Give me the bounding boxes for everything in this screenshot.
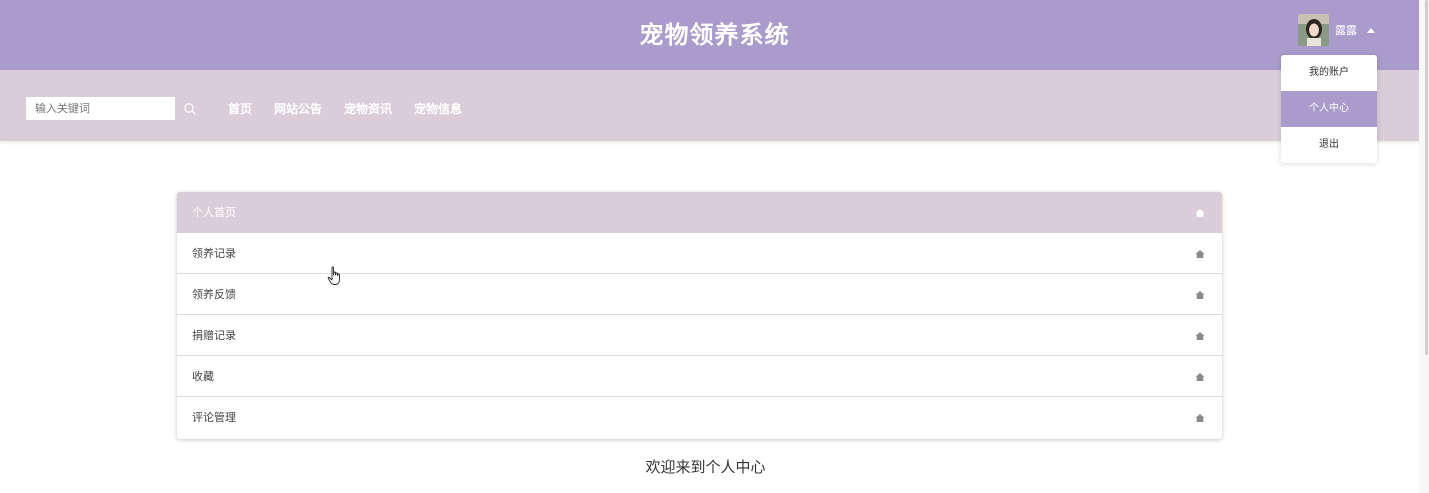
personal-center-menu: 个人首页 领养记录 领养反馈 捐赠记录 收藏 评论管理 bbox=[177, 192, 1222, 439]
search-icon[interactable] bbox=[183, 102, 197, 116]
home-icon bbox=[1195, 373, 1205, 381]
nav-link-home[interactable]: 首页 bbox=[228, 100, 252, 117]
menu-item-label: 收藏 bbox=[192, 370, 214, 383]
home-icon bbox=[1195, 332, 1205, 340]
caret-up-icon[interactable] bbox=[1367, 27, 1375, 33]
dropdown-item-logout[interactable]: 退出 bbox=[1281, 127, 1377, 163]
welcome-message: 欢迎来到个人中心 bbox=[645, 458, 766, 476]
search-input[interactable] bbox=[26, 97, 175, 120]
home-icon bbox=[1195, 250, 1205, 258]
dropdown-item-personal-center[interactable]: 个人中心 bbox=[1281, 91, 1377, 127]
nav-links: 首页 网站公告 宠物资讯 宠物信息 bbox=[228, 97, 484, 120]
menu-item-label: 捐赠记录 bbox=[192, 329, 236, 342]
nav-link-pet-info[interactable]: 宠物信息 bbox=[414, 100, 462, 117]
menu-item-label: 评论管理 bbox=[192, 411, 236, 424]
home-icon bbox=[1195, 209, 1205, 217]
site-title: 宠物领养系统 bbox=[639, 21, 790, 49]
menu-item-personal-home[interactable]: 个人首页 bbox=[177, 192, 1222, 233]
nav-bar: 首页 网站公告 宠物资讯 宠物信息 bbox=[0, 70, 1429, 141]
username[interactable]: 露露 bbox=[1335, 22, 1357, 38]
nav-link-pet-news[interactable]: 宠物资讯 bbox=[344, 100, 392, 117]
user-dropdown-menu: 我的账户 个人中心 退出 bbox=[1281, 55, 1377, 163]
nav-link-announcements[interactable]: 网站公告 bbox=[274, 100, 322, 117]
page-scrollbar-thumb[interactable] bbox=[1425, 0, 1428, 355]
top-header: 宠物领养系统 露露 bbox=[0, 0, 1429, 70]
menu-item-label: 领养记录 bbox=[192, 247, 236, 260]
menu-item-label: 领养反馈 bbox=[192, 288, 236, 301]
user-avatar[interactable] bbox=[1298, 14, 1329, 46]
home-icon bbox=[1195, 291, 1205, 299]
menu-item-comment-management[interactable]: 评论管理 bbox=[177, 397, 1222, 439]
hand-pointer-cursor-icon bbox=[327, 266, 340, 285]
avatar-photo-icon bbox=[1298, 14, 1329, 46]
dropdown-item-my-account[interactable]: 我的账户 bbox=[1281, 55, 1377, 91]
home-icon bbox=[1195, 414, 1205, 422]
user-menu-toggle[interactable]: 露露 bbox=[1298, 14, 1375, 46]
menu-item-donation-records[interactable]: 捐赠记录 bbox=[177, 315, 1222, 356]
menu-item-favorites[interactable]: 收藏 bbox=[177, 356, 1222, 397]
menu-item-label: 个人首页 bbox=[192, 206, 236, 219]
